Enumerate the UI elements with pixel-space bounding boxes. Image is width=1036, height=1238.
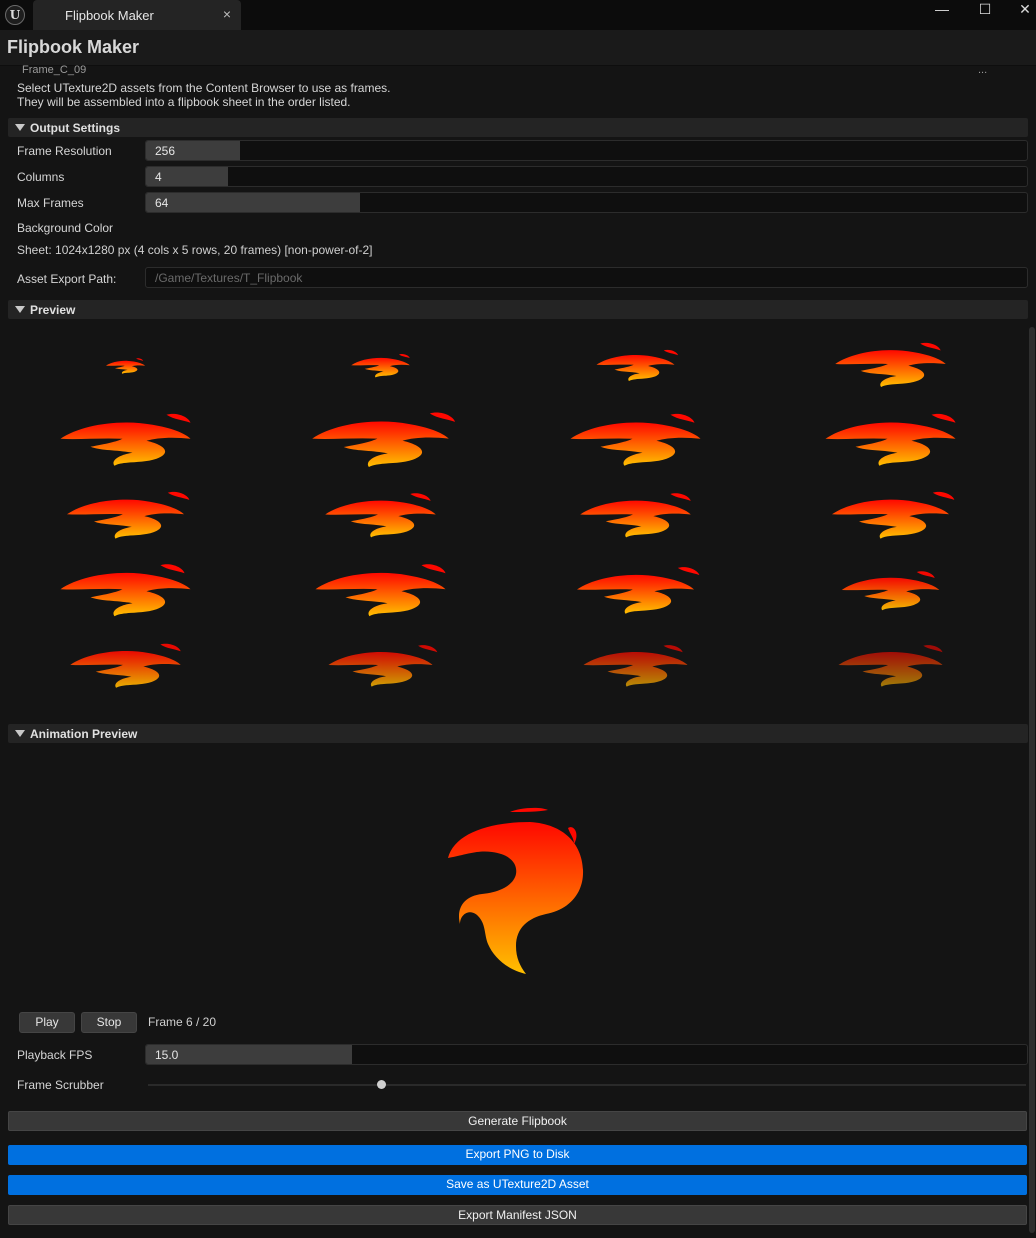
app-header: Flipbook Maker (0, 30, 1036, 66)
minimize-icon[interactable]: — (922, 0, 962, 20)
frame-resolution-label: Frame Resolution (17, 144, 112, 158)
preview-frame-19 (583, 645, 688, 687)
asset-export-path-label: Asset Export Path: (17, 272, 117, 286)
frame-resolution-field[interactable]: 256 (145, 140, 1028, 161)
page-title: Flipbook Maker (7, 37, 140, 57)
preview-frame-12 (832, 491, 955, 539)
tab-flipbook-maker[interactable]: Flipbook Maker × (33, 0, 241, 30)
playback-fps-value: 15.0 (155, 1048, 179, 1062)
help-text-line-2: They will be assembled into a flipbook s… (17, 95, 351, 109)
playback-fps-field[interactable]: 15.0 (145, 1044, 1028, 1065)
preview-frame-17 (70, 643, 181, 688)
frame-scrubber-label: Frame Scrubber (17, 1078, 104, 1092)
unreal-engine-logo-icon[interactable]: U (5, 5, 25, 25)
preview-frame-5 (60, 413, 191, 466)
max-frames-field[interactable]: 64 (145, 192, 1028, 213)
max-frames-value: 64 (155, 196, 169, 210)
playback-fps-label: Playback FPS (17, 1048, 93, 1062)
section-output-settings[interactable]: Output Settings (8, 118, 1028, 137)
collapse-arrow-icon[interactable] (15, 730, 25, 737)
section-title: Output Settings (30, 121, 120, 135)
columns-value: 4 (155, 170, 162, 184)
columns-label: Columns (17, 170, 65, 184)
section-preview[interactable]: Preview (8, 300, 1028, 319)
preview-frame-4 (835, 342, 946, 387)
preview-frame-8 (825, 413, 956, 466)
collapse-arrow-icon[interactable] (15, 306, 25, 313)
flipbook-preview-sheet (60, 342, 956, 688)
play-button[interactable]: Play (19, 1012, 75, 1033)
frame-readout: Frame 6 / 20 (148, 1015, 217, 1029)
preview-frame-13 (60, 564, 191, 617)
preview-frame-6 (312, 412, 456, 467)
preview-frame-15 (577, 567, 700, 614)
animation-preview-canvas (448, 807, 584, 974)
asset-export-path-placeholder: /Game/Textures/T_Flipbook (155, 271, 303, 285)
tab-close-icon[interactable]: × (223, 6, 231, 22)
tab-title: Flipbook Maker (65, 8, 154, 23)
panel-scrollbar[interactable] (1029, 327, 1035, 1233)
section-title: Preview (30, 303, 76, 317)
preview-frame-10 (325, 493, 436, 538)
stop-button[interactable]: Stop (81, 1012, 137, 1033)
collapse-arrow-icon[interactable] (15, 124, 25, 131)
asset-export-path-input[interactable]: /Game/Textures/T_Flipbook (145, 267, 1028, 288)
max-frames-fill (146, 193, 361, 212)
max-frames-label: Max Frames (17, 196, 84, 210)
help-text-line-1: Select UTexture2D assets from the Conten… (17, 81, 391, 95)
save-texture-asset-button[interactable]: Save as UTexture2D Asset (8, 1175, 1027, 1195)
window-close-icon[interactable]: ✕ (1005, 0, 1036, 20)
background-color-label: Background Color (17, 221, 114, 235)
frames-list-item-label: Frame_C_09 (22, 64, 87, 76)
export-manifest-button[interactable]: Export Manifest JSON (8, 1205, 1027, 1225)
preview-frame-18 (328, 645, 438, 687)
animation-current-frame (448, 807, 584, 974)
frame-resolution-value: 256 (155, 144, 176, 158)
frame-scrubber-track[interactable] (148, 1084, 1026, 1086)
preview-frame-9 (67, 491, 190, 539)
generate-flipbook-button[interactable]: Generate Flipbook (8, 1111, 1027, 1131)
preview-frame-20 (838, 645, 943, 687)
columns-field[interactable]: 4 (145, 166, 1028, 187)
frame-scrubber-thumb[interactable] (376, 1080, 386, 1089)
title-bar: U Flipbook Maker × — ☐ ✕ (0, 0, 1036, 30)
section-animation-preview[interactable]: Animation Preview (8, 724, 1028, 743)
export-png-button[interactable]: Export PNG to Disk (8, 1145, 1027, 1165)
preview-frame-2 (351, 354, 410, 378)
preview-frame-14 (315, 564, 446, 617)
maximize-icon[interactable]: ☐ (965, 0, 1005, 20)
preview-frame-3 (596, 349, 679, 381)
section-title: Animation Preview (30, 727, 138, 741)
preview-frame-16 (841, 571, 940, 611)
preview-frame-1 (106, 358, 145, 374)
frames-list-clipped-row[interactable]: Frame_C_09 ... (20, 62, 1026, 76)
preview-frame-7 (570, 413, 701, 466)
preview-frame-11 (580, 493, 691, 538)
sheet-info-text: Sheet: 1024x1280 px (4 cols x 5 rows, 20… (17, 243, 373, 257)
frames-list-item-suffix: ... (978, 64, 988, 76)
